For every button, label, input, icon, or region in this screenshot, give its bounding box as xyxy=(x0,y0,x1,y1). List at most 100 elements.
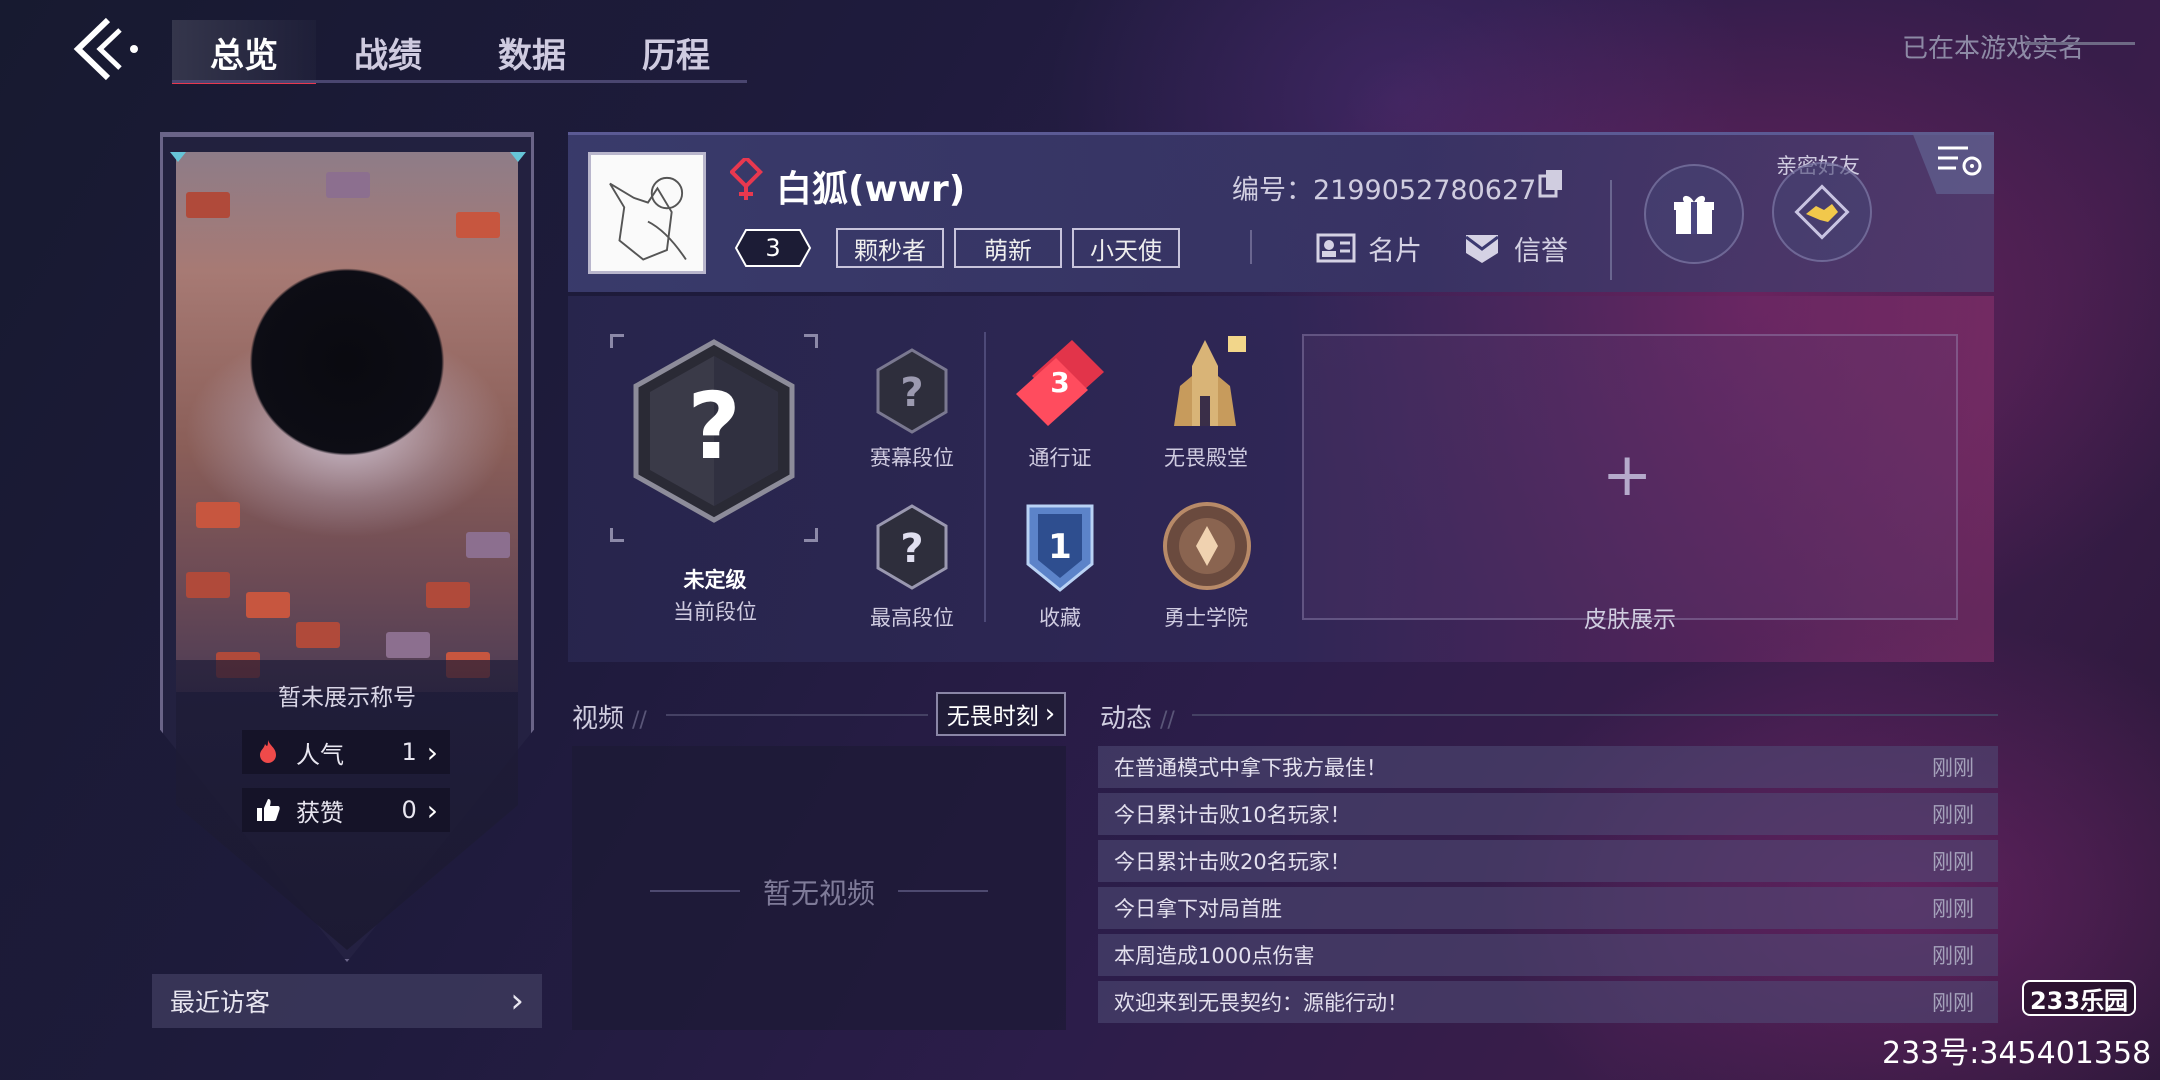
feed-item: 本周造成1000点伤害 刚刚 xyxy=(1098,934,1998,976)
business-card-button[interactable]: 名片 xyxy=(1316,226,1422,270)
warrior-academy-badge[interactable] xyxy=(1162,500,1252,596)
feed-item-time: 刚刚 xyxy=(1932,944,1974,968)
account-level-text: 3 xyxy=(765,234,780,262)
account-level-badge: 3 xyxy=(734,228,812,268)
realname-divider xyxy=(2025,42,2135,45)
fearless-moment-label: 无畏时刻 xyxy=(946,704,1039,730)
card-corner-marker-right xyxy=(510,152,526,162)
feed-title-text: 动态 xyxy=(1100,704,1153,734)
current-rank-badge[interactable]: ? xyxy=(624,336,804,526)
id-card-icon xyxy=(1316,231,1356,265)
watermark-logo: 233乐园 xyxy=(2022,980,2136,1016)
gift-icon xyxy=(1674,195,1714,234)
likes-value: 0 xyxy=(401,796,417,824)
player-title: 暂未展示称号 xyxy=(278,685,416,711)
back-arrow-icon xyxy=(73,17,138,81)
feed-item-text: 今日累计击败20名玩家！ xyxy=(1114,850,1351,874)
tab-data[interactable]: 数据 xyxy=(460,20,604,84)
feed-item-time: 刚刚 xyxy=(1932,897,1974,921)
feed-item-text: 今日累计击败10名玩家！ xyxy=(1114,803,1351,827)
popularity-value: 1 xyxy=(401,738,417,766)
feed-item-time: 刚刚 xyxy=(1932,803,1974,827)
chevron-right-icon: › xyxy=(510,981,524,1021)
season-rank-badge[interactable]: ? xyxy=(872,346,952,436)
tab-history[interactable]: 历程 xyxy=(604,20,748,84)
battle-pass-badge[interactable]: 3 xyxy=(1012,336,1108,432)
feed-section-title: 动态 // xyxy=(1100,698,1175,735)
chevron-right-icon: › xyxy=(1044,699,1056,729)
unranked-small-hexagon-icon: ? xyxy=(876,348,948,434)
current-rank-label: 当前段位 xyxy=(673,600,757,624)
back-button[interactable] xyxy=(70,14,150,84)
warrior-academy-label: 勇士学院 xyxy=(1164,606,1248,630)
close-friend-button[interactable] xyxy=(1772,162,1872,262)
header-divider-2 xyxy=(1610,180,1612,280)
feed-item: 今日累计击败10名玩家！ 刚刚 xyxy=(1098,793,1998,835)
collection-level: 1 xyxy=(1048,527,1072,567)
tag-1[interactable]: 颗秒者 xyxy=(836,228,944,268)
chevron-right-icon: › xyxy=(426,735,438,769)
header-divider xyxy=(1250,230,1252,264)
tag-3[interactable]: 小天使 xyxy=(1072,228,1180,268)
feed-item: 今日累计击败20名玩家！ 刚刚 xyxy=(1098,840,1998,882)
tag-2[interactable]: 萌新 xyxy=(954,228,1062,268)
no-video-text: 暂无视频 xyxy=(762,877,875,910)
business-card-label: 名片 xyxy=(1368,235,1422,267)
hall-tower-icon xyxy=(1174,336,1246,426)
chevron-right-icon: › xyxy=(426,793,438,827)
slash-decoration: // xyxy=(632,708,647,733)
bracket-corner xyxy=(804,528,818,542)
feed-title-line xyxy=(1192,714,1998,716)
fearless-hall-badge[interactable] xyxy=(1160,336,1250,432)
feed-item-text: 本周造成1000点伤害 xyxy=(1114,944,1315,968)
watermark-id: 233号:345401358 xyxy=(1882,1036,2152,1071)
feed-item-time: 刚刚 xyxy=(1932,991,1974,1015)
rank-divider xyxy=(984,332,986,622)
popularity-label: 人气 xyxy=(296,740,344,769)
tab-records[interactable]: 战绩 xyxy=(316,20,460,84)
gift-button[interactable] xyxy=(1644,164,1744,264)
collection-shield-icon: 1 xyxy=(1026,504,1094,592)
thumbs-up-icon xyxy=(254,796,282,824)
svg-text:?: ? xyxy=(687,373,740,480)
main-tabs: 总览 战绩 数据 历程 xyxy=(172,20,748,84)
slash-decoration: // xyxy=(1160,708,1175,733)
feed-item-time: 刚刚 xyxy=(1932,850,1974,874)
tab-overview[interactable]: 总览 xyxy=(172,20,316,84)
unranked-hexagon-icon: ? xyxy=(633,339,795,523)
video-title-line xyxy=(666,714,928,716)
current-rank-value: 未定级 xyxy=(683,568,747,592)
add-skin-plus-icon: + xyxy=(1602,440,1653,510)
feed-item-text: 今日拿下对局首胜 xyxy=(1114,897,1282,921)
bracket-corner xyxy=(610,334,624,348)
video-title-text: 视频 xyxy=(572,704,625,734)
realname-status: 已在本游戏实名 xyxy=(1902,34,2085,64)
credit-label: 信誉 xyxy=(1514,235,1568,267)
highest-rank-label: 最高段位 xyxy=(870,606,954,630)
academy-medal-icon xyxy=(1163,502,1251,590)
handshake-icon xyxy=(1794,184,1850,240)
bracket-corner xyxy=(610,528,624,542)
feed-item-text: 欢迎来到无畏契约：源能行动！ xyxy=(1114,991,1408,1015)
copy-icon[interactable] xyxy=(1538,168,1564,198)
player-id: 编号：2199052780627 xyxy=(1232,175,1537,206)
highest-rank-badge[interactable]: ? xyxy=(872,502,952,592)
username: 白狐(wwr) xyxy=(776,169,966,210)
likes-label: 获赞 xyxy=(296,798,344,827)
feed-item-time: 刚刚 xyxy=(1932,756,1974,780)
fearless-moment-button[interactable]: 无畏时刻 › xyxy=(936,692,1066,736)
collection-badge[interactable]: 1 xyxy=(1022,500,1098,596)
feed-item: 欢迎来到无畏契约：源能行动！ 刚刚 xyxy=(1098,981,1998,1023)
avatar[interactable] xyxy=(588,152,706,274)
recent-visitors-label: 最近访客 xyxy=(170,988,271,1017)
video-section-title: 视频 // xyxy=(572,698,647,735)
credit-button[interactable]: 信誉 xyxy=(1462,226,1568,270)
fire-icon xyxy=(254,738,282,766)
likes-stat[interactable]: 获赞 0 › xyxy=(242,788,450,832)
popularity-stat[interactable]: 人气 1 › xyxy=(242,730,450,774)
female-gender-icon xyxy=(729,155,766,202)
envelope-shield-icon xyxy=(1462,231,1502,265)
recent-visitors-button[interactable]: 最近访客 › xyxy=(152,974,542,1028)
card-corner-marker-left xyxy=(170,152,186,162)
feed-item-text: 在普通模式中拿下我方最佳！ xyxy=(1114,756,1387,780)
